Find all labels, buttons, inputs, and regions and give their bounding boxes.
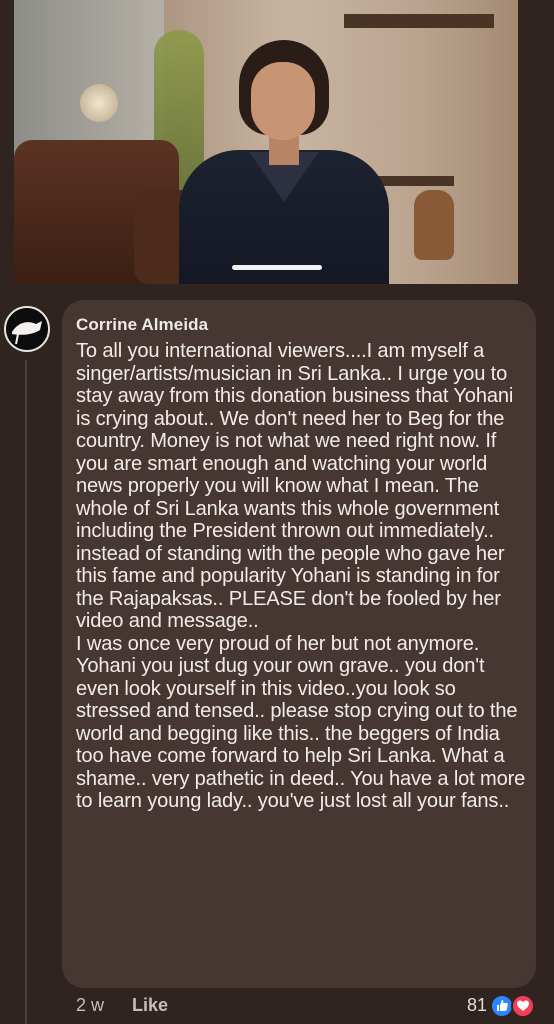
flag-icon [6,308,48,350]
comment-time[interactable]: 2 w [76,995,104,1016]
like-button[interactable]: Like [132,995,168,1016]
person-figure [179,40,389,284]
comment-text: To all you international viewers....I am… [76,340,526,812]
comment-author[interactable]: Corrine Almeida [76,315,208,335]
background-shelf [344,14,494,28]
avatar[interactable] [4,306,50,352]
background-lamp [80,84,118,122]
person-face [251,62,315,140]
love-reaction-badge[interactable] [511,994,535,1018]
like-icon [497,1000,508,1011]
reaction-count[interactable]: 81 [467,995,487,1016]
love-icon [517,1000,529,1011]
video-scrub-handle[interactable] [232,265,322,270]
thread-line [25,360,27,1024]
video-thumbnail[interactable] [14,0,518,284]
background-vase [414,190,454,260]
